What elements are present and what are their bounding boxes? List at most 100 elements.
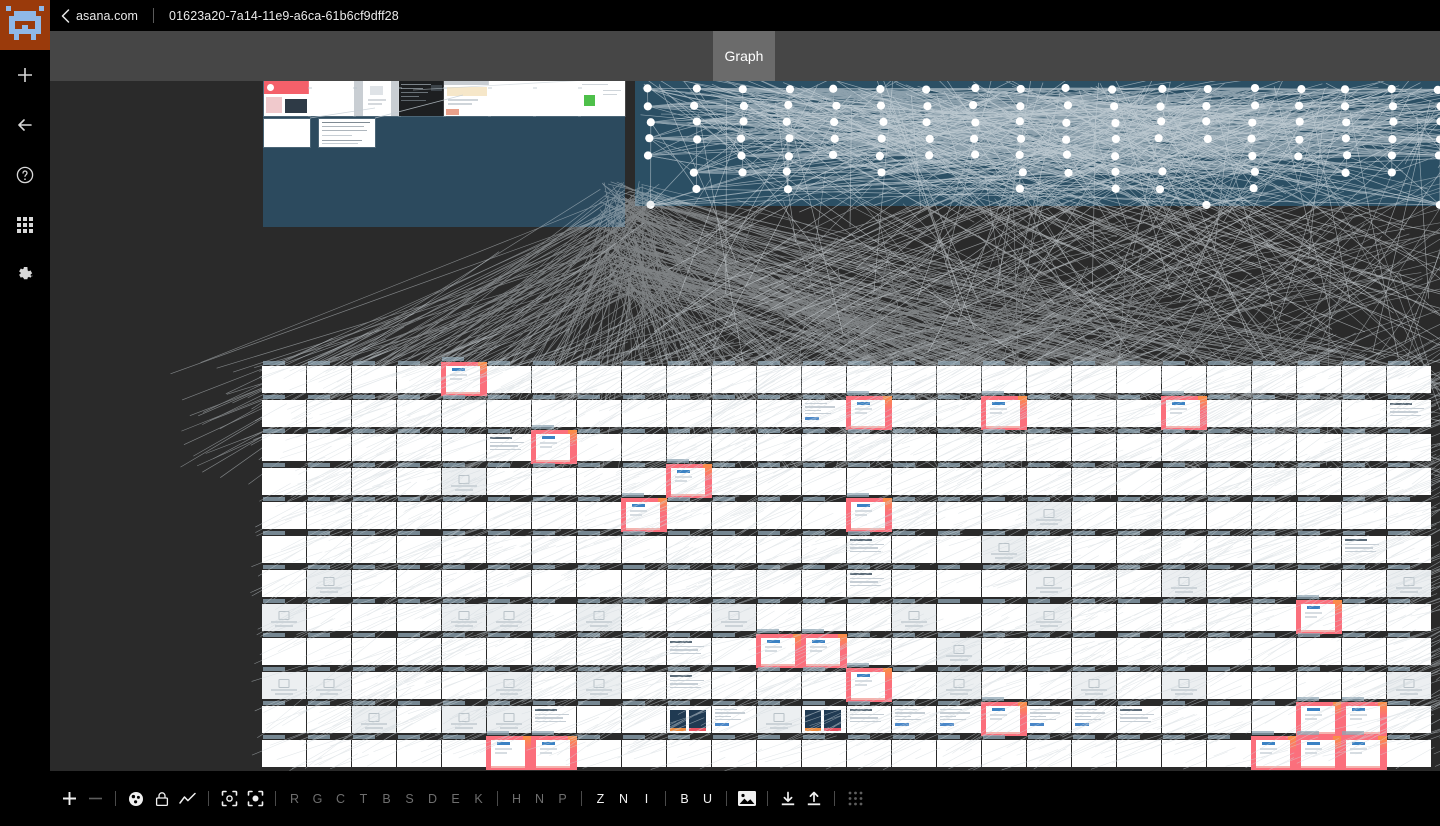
grid-card[interactable]: [1252, 361, 1296, 393]
grid-card-highlighted[interactable]: [1296, 731, 1342, 770]
graph-node[interactable]: [1434, 151, 1440, 160]
graph-node[interactable]: [784, 152, 794, 161]
grid-card-placeholder[interactable]: [1027, 599, 1071, 631]
grid-card-chart[interactable]: [667, 701, 711, 733]
grid-card[interactable]: [307, 633, 351, 665]
grid-card-placeholder[interactable]: [1387, 565, 1431, 597]
grid-card[interactable]: [1162, 463, 1206, 495]
grid-card[interactable]: [307, 497, 351, 529]
grid-card[interactable]: [352, 735, 396, 767]
grid-card-placeholder[interactable]: [442, 701, 486, 733]
grid-card-placeholder[interactable]: [487, 599, 531, 631]
grid-card-highlighted[interactable]: [846, 663, 892, 702]
grid-card[interactable]: [712, 463, 756, 495]
grid-card[interactable]: [1207, 395, 1251, 427]
grid-card-placeholder[interactable]: [1027, 565, 1071, 597]
bold-button[interactable]: B: [673, 781, 696, 817]
grid-card[interactable]: [1117, 429, 1161, 461]
grid-card[interactable]: [577, 633, 621, 665]
grid-card[interactable]: [1117, 497, 1161, 529]
graph-node[interactable]: [1248, 118, 1257, 127]
graph-node[interactable]: [832, 101, 841, 110]
grid-card[interactable]: [1117, 633, 1161, 665]
grid-card[interactable]: [802, 735, 846, 767]
grid-card[interactable]: [622, 395, 666, 427]
grid-card[interactable]: [1342, 633, 1386, 665]
grid-card-highlighted[interactable]: [756, 629, 802, 668]
layout-z-button[interactable]: Z: [589, 781, 612, 817]
grid-card-placeholder[interactable]: [487, 667, 531, 699]
grid-card[interactable]: [892, 633, 936, 665]
grid-card[interactable]: [712, 531, 756, 563]
upload-button[interactable]: [801, 781, 827, 817]
grid-card[interactable]: [622, 599, 666, 631]
graph-node[interactable]: [738, 85, 747, 94]
grid-card[interactable]: [487, 361, 531, 393]
grid-card[interactable]: [1162, 361, 1206, 393]
grid-card[interactable]: [712, 395, 756, 427]
grid-card[interactable]: [1117, 531, 1161, 563]
grid-card[interactable]: [1117, 361, 1161, 393]
grid-card[interactable]: [307, 395, 351, 427]
grid-card[interactable]: [1387, 497, 1431, 529]
layout-d-button[interactable]: D: [421, 781, 444, 817]
graph-node[interactable]: [830, 134, 839, 143]
grid-card[interactable]: [442, 497, 486, 529]
grid-card[interactable]: [1252, 565, 1296, 597]
grid-card[interactable]: [937, 735, 981, 767]
grid-card-highlighted[interactable]: [846, 493, 892, 532]
grid-card[interactable]: [1027, 633, 1071, 665]
graph-node[interactable]: [1250, 83, 1260, 93]
grid-card[interactable]: [487, 633, 531, 665]
grid-card-highlighted[interactable]: [1251, 731, 1297, 770]
grid-card[interactable]: [1387, 531, 1431, 563]
image-button[interactable]: [734, 781, 760, 817]
grid-card[interactable]: [1162, 633, 1206, 665]
grid-card[interactable]: [757, 497, 801, 529]
graph-node[interactable]: [736, 134, 746, 143]
grid-card[interactable]: [1387, 463, 1431, 495]
grid-card[interactable]: [1072, 599, 1116, 631]
grid-card[interactable]: [847, 429, 891, 461]
graph-node[interactable]: [1154, 134, 1163, 143]
grid-card-highlighted[interactable]: [1296, 595, 1342, 634]
grid-card[interactable]: [1342, 429, 1386, 461]
grid-card-placeholder[interactable]: [1027, 497, 1071, 529]
back-button[interactable]: [0, 100, 50, 150]
grid-card[interactable]: [757, 667, 801, 699]
grid-card[interactable]: [802, 565, 846, 597]
grid-card-highlighted[interactable]: [621, 493, 667, 532]
grid-card[interactable]: [982, 497, 1026, 529]
grid-card-placeholder[interactable]: [577, 599, 621, 631]
grid-card[interactable]: [352, 599, 396, 631]
grid-card[interactable]: [667, 599, 711, 631]
grid-card[interactable]: [262, 531, 306, 563]
layout-b-button[interactable]: B: [375, 781, 398, 817]
graph-node[interactable]: [739, 101, 749, 111]
grid-card[interactable]: [1297, 361, 1341, 393]
graph-node[interactable]: [830, 117, 839, 127]
grid-card[interactable]: [667, 497, 711, 529]
grid-card[interactable]: [577, 395, 621, 427]
graph-node[interactable]: [922, 85, 931, 94]
graph-node[interactable]: [1387, 84, 1396, 94]
graph-node[interactable]: [971, 150, 980, 159]
grid-card[interactable]: [1207, 531, 1251, 563]
grid-card[interactable]: [622, 429, 666, 461]
grid-card[interactable]: [892, 429, 936, 461]
grid-card[interactable]: [1252, 531, 1296, 563]
grid-card[interactable]: [307, 531, 351, 563]
grid-card[interactable]: [352, 497, 396, 529]
graph-node[interactable]: [1436, 102, 1440, 111]
grid-card[interactable]: [532, 361, 576, 393]
grid-card-document[interactable]: [532, 701, 576, 733]
grid-card[interactable]: [892, 497, 936, 529]
grid-card[interactable]: [1297, 429, 1341, 461]
grid-card[interactable]: [532, 395, 576, 427]
grid-card[interactable]: [757, 565, 801, 597]
grid-card[interactable]: [622, 531, 666, 563]
cluster-button[interactable]: [123, 781, 149, 817]
grid-card[interactable]: [712, 497, 756, 529]
grid-card-placeholder[interactable]: [937, 633, 981, 665]
layout-n2-button[interactable]: N: [612, 781, 635, 817]
